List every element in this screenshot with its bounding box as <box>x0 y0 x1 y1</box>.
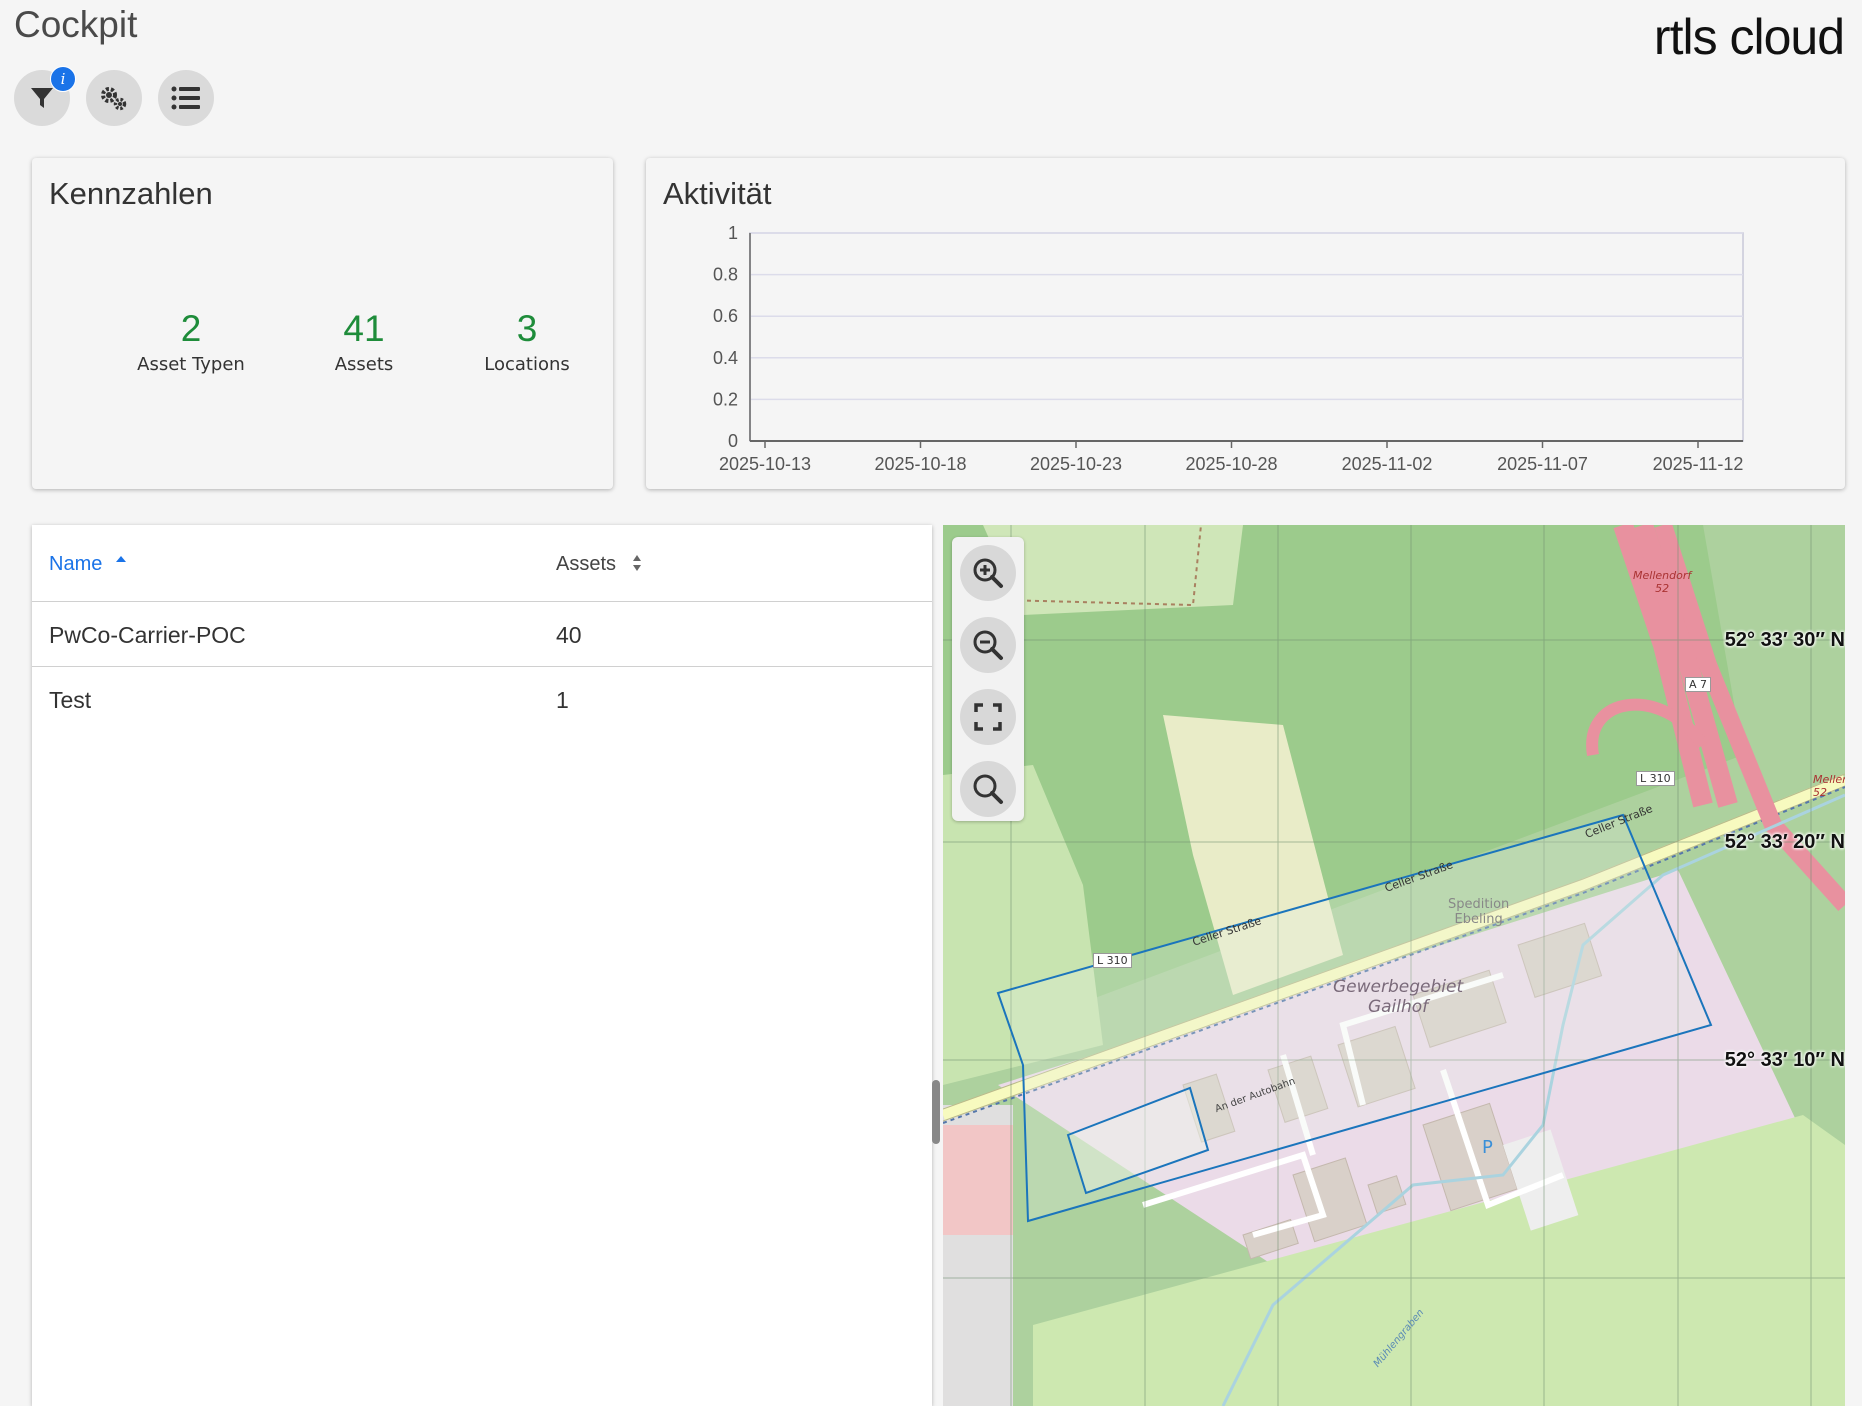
filter-icon <box>31 88 53 108</box>
map-label-place: Mellendorf 52 <box>1633 569 1692 595</box>
column-label: Assets <box>556 553 617 575</box>
zoom-out-icon <box>973 630 1003 660</box>
x-tick-label: 2025-10-18 <box>874 454 966 474</box>
table-row[interactable]: Test 1 <box>32 666 932 731</box>
coordinate-label: 52° 33′ 20″ N <box>1724 831 1845 853</box>
zoom-out-button[interactable] <box>960 617 1016 673</box>
list-button[interactable] <box>158 70 214 126</box>
kpi-label: Locations <box>484 354 570 375</box>
kpi-assets: 41 Assets <box>269 308 459 375</box>
kpi-label: Assets <box>334 354 394 375</box>
x-tick-label: 2025-10-28 <box>1185 454 1277 474</box>
rtls-cloud-logo: rtls cloud <box>1653 9 1845 65</box>
info-badge: i <box>50 66 76 92</box>
x-tick-label: 2025-10-13 <box>719 454 811 474</box>
map-label-route: L 310 <box>1636 771 1675 786</box>
table-row[interactable]: PwCo-Carrier-POC 40 <box>32 601 932 666</box>
y-tick-label: 0.8 <box>713 265 738 285</box>
gears-icon <box>101 87 127 111</box>
map-controls <box>952 537 1024 821</box>
cell-assets: 1 <box>556 687 569 713</box>
x-tick-label: 2025-11-07 <box>1497 454 1588 474</box>
search-button[interactable] <box>960 761 1016 817</box>
y-tick-label: 0 <box>728 431 738 451</box>
cell-name: Test <box>49 687 92 713</box>
sort-icon <box>632 555 641 571</box>
x-tick-label: 2025-11-12 <box>1653 454 1744 474</box>
cell-assets: 40 <box>556 622 582 648</box>
y-tick-label: 0.4 <box>713 348 738 368</box>
list-icon <box>171 86 200 110</box>
settings-button[interactable] <box>86 70 142 126</box>
y-tick-label: 0.2 <box>713 389 738 409</box>
activity-chart: 0 0.2 0.4 0.6 0.8 1 2025-10-13 2025-10-18 2025-1… <box>713 223 1744 474</box>
activity-card: Aktivität 0 0.2 0.4 0.6 0.8 1 2025-10-13 2025-1… <box>646 158 1845 489</box>
coordinate-label: 52° 33′ 10″ N <box>1724 1049 1845 1071</box>
map-label-highway: A 7 <box>1685 677 1712 692</box>
splitter-handle[interactable] <box>932 1080 940 1144</box>
cell-name: PwCo-Carrier-POC <box>49 622 246 648</box>
kpi-value: 41 <box>343 308 385 349</box>
kpi-label: Asset Typen <box>137 354 245 375</box>
search-icon <box>973 774 1003 804</box>
page-title: Cockpit <box>14 4 138 45</box>
locations-table: Name Assets PwCo-Carrier-POC 40 Test 1 <box>32 525 932 1406</box>
coordinate-label: 52° 33′ 30″ N <box>1724 629 1845 651</box>
map-label-route: L 310 <box>1093 953 1132 968</box>
kennzahlen-card: Kennzahlen 2 Asset Typen 41 Assets 3 Loc… <box>32 158 613 489</box>
plot-area <box>749 232 1744 442</box>
x-tick-label: 2025-10-23 <box>1030 454 1122 474</box>
fullscreen-button[interactable] <box>960 689 1016 745</box>
sort-asc-icon <box>115 556 126 562</box>
kpi-value: 3 <box>516 308 538 349</box>
map-label-area: Gewerbegebiet Gailhof <box>1333 977 1464 1017</box>
map-label-parking: P <box>1482 1137 1493 1158</box>
y-tick-label: 1 <box>728 223 738 243</box>
column-header-name[interactable]: Name <box>49 552 128 576</box>
x-tick-label: 2025-11-02 <box>1342 454 1433 474</box>
zoom-in-icon <box>973 558 1003 588</box>
map-label-place: Mellen 52 <box>1813 773 1845 799</box>
map-view[interactable]: Gewerbegebiet Gailhof Spedition Ebeling … <box>943 525 1845 1406</box>
kpi-asset-types: 2 Asset Typen <box>96 308 286 375</box>
filter-button[interactable]: i <box>14 66 76 126</box>
kpi-value: 2 <box>180 308 202 349</box>
y-tick-label: 0.6 <box>713 306 738 326</box>
zoom-in-button[interactable] <box>960 545 1016 601</box>
kennzahlen-title: Kennzahlen <box>49 176 213 211</box>
kpi-locations: 3 Locations <box>432 308 622 375</box>
column-label: Name <box>49 553 103 575</box>
column-header-assets[interactable]: Assets <box>556 552 644 576</box>
fullscreen-icon <box>974 703 1002 731</box>
map-tiles <box>943 525 1845 1406</box>
map-label-company: Spedition Ebeling <box>1448 897 1510 927</box>
